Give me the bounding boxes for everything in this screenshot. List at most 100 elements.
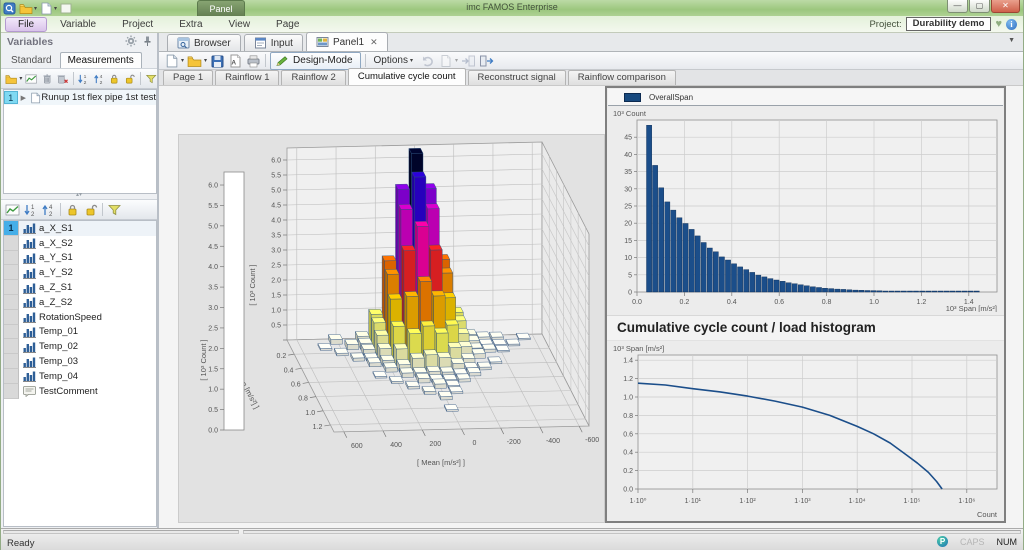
- svg-text:1·10⁵: 1·10⁵: [904, 498, 921, 505]
- menu-view[interactable]: View: [216, 18, 264, 31]
- project-value-box[interactable]: Durability demo: [906, 17, 992, 31]
- svg-text:2.5: 2.5: [271, 263, 281, 270]
- channel-row[interactable]: a_Z_S1: [4, 280, 156, 295]
- right-widget-group[interactable]: OverallSpan 0510152025303540450.00.20.40…: [605, 86, 1006, 523]
- open-panel-icon[interactable]: [187, 54, 202, 68]
- show-curves-icon[interactable]: [25, 72, 37, 86]
- menu-extra[interactable]: Extra: [166, 18, 215, 31]
- channel-row[interactable]: Temp_02: [4, 339, 156, 354]
- page-tab-rainflow-comparison[interactable]: Rainflow comparison: [568, 70, 676, 85]
- page-tabstrip: Page 1Rainflow 1Rainflow 2Cumulative cyc…: [159, 70, 1024, 86]
- close-tab-icon[interactable]: ✕: [370, 37, 378, 48]
- page-tab-page-1[interactable]: Page 1: [163, 70, 213, 85]
- undo-icon[interactable]: [420, 54, 435, 68]
- pin-icon[interactable]: [141, 35, 153, 47]
- channel-row[interactable]: Temp_01: [4, 325, 156, 340]
- chevron-down-icon[interactable]: ▾: [34, 5, 37, 12]
- delete-icon[interactable]: [41, 72, 53, 86]
- info-icon[interactable]: i: [1006, 19, 1017, 30]
- page-tab-rainflow-2[interactable]: Rainflow 2: [281, 70, 345, 85]
- design-mode-button[interactable]: Design-Mode: [270, 52, 360, 70]
- measurement-row[interactable]: 1▶Runup 1st flex pipe 1st test: [4, 90, 156, 105]
- print-icon[interactable]: [246, 54, 261, 68]
- menu-variable[interactable]: Variable: [47, 18, 109, 31]
- show-curves-icon[interactable]: [5, 203, 20, 217]
- menu-project[interactable]: Project: [109, 18, 166, 31]
- lock-icon[interactable]: [65, 203, 80, 217]
- unlock-icon[interactable]: [123, 72, 135, 86]
- svg-text:4: 4: [49, 205, 53, 211]
- channel-row[interactable]: a_Z_S2: [4, 295, 156, 310]
- chevron-down-icon[interactable]: ▾: [181, 57, 184, 64]
- channel-row[interactable]: Temp_04: [4, 369, 156, 384]
- channel-row[interactable]: Temp_03: [4, 354, 156, 369]
- channel-row[interactable]: a_Y_S1: [4, 251, 156, 266]
- sort-ascending-icon[interactable]: 12: [77, 72, 89, 86]
- delete-all-icon[interactable]: [56, 72, 68, 86]
- app-icon[interactable]: [3, 2, 17, 15]
- save-icon[interactable]: [210, 54, 225, 68]
- svg-text:5.0: 5.0: [208, 223, 218, 230]
- doc-tab-input[interactable]: Input: [244, 34, 303, 51]
- histogram-channel-icon: [22, 311, 37, 323]
- page-tab-rainflow-1[interactable]: Rainflow 1: [215, 70, 279, 85]
- svg-text:2: 2: [84, 79, 87, 85]
- channel-row[interactable]: 1a_X_S1: [4, 221, 156, 236]
- filter-icon[interactable]: [107, 203, 122, 217]
- sidebar-tab-measurements[interactable]: Measurements: [60, 52, 142, 68]
- channel-row[interactable]: TestComment: [4, 384, 156, 399]
- svg-text:2: 2: [99, 79, 102, 85]
- svg-text:1.2: 1.2: [313, 424, 323, 431]
- new-panel-icon[interactable]: [164, 54, 179, 68]
- empty-panel-icon[interactable]: [59, 2, 73, 15]
- lock-icon[interactable]: [108, 72, 120, 86]
- page-tab-reconstruct-signal[interactable]: Reconstruct signal: [468, 70, 566, 85]
- options-button[interactable]: Options ▾: [370, 55, 417, 66]
- close-button[interactable]: ✕: [991, 0, 1020, 13]
- chevron-down-icon[interactable]: ▾: [204, 57, 207, 64]
- histogram-channel-icon: [22, 222, 37, 234]
- gear-icon[interactable]: [125, 35, 137, 47]
- doc-tab-panel1[interactable]: Panel1✕: [306, 32, 388, 51]
- svg-text:1.2: 1.2: [623, 376, 633, 383]
- page-tab-cumulative-cycle-count[interactable]: Cumulative cycle count: [348, 68, 466, 85]
- export-pdf-icon[interactable]: A: [228, 54, 243, 68]
- sort-descending-icon[interactable]: 42: [93, 72, 105, 86]
- chevron-down-icon[interactable]: ▾: [54, 5, 57, 12]
- minimize-button[interactable]: —: [947, 0, 968, 13]
- channel-row[interactable]: a_X_S2: [4, 236, 156, 251]
- export-icon[interactable]: [479, 54, 494, 68]
- chevron-down-icon[interactable]: ▾: [455, 57, 458, 64]
- menu-page[interactable]: Page: [263, 18, 312, 31]
- sidebar-splitter[interactable]: ▴▾: [1, 192, 157, 199]
- measurement-label: Runup 1st flex pipe 1st test: [41, 92, 156, 103]
- tab-overflow-icon[interactable]: ▼: [1008, 37, 1015, 44]
- channel-row[interactable]: RotationSpeed: [4, 310, 156, 325]
- open-recent-icon[interactable]: [19, 2, 33, 15]
- svg-text:1.5: 1.5: [208, 366, 218, 373]
- pencil-icon: [275, 55, 289, 67]
- doc-tab-browser[interactable]: Browser: [167, 34, 241, 51]
- unlock-icon[interactable]: [83, 203, 98, 217]
- sort-ascending-icon[interactable]: 12: [23, 203, 38, 217]
- svg-text:0.5: 0.5: [271, 323, 281, 330]
- filter-icon[interactable]: [145, 72, 157, 86]
- channel-row[interactable]: a_Y_S2: [4, 265, 156, 280]
- channel-list[interactable]: 1a_X_S1a_X_S2a_Y_S1a_Y_S2a_Z_S1a_Z_S2Rot…: [3, 220, 157, 527]
- sort-descending-icon[interactable]: 42: [41, 203, 56, 217]
- expander-icon[interactable]: ▶: [18, 94, 29, 102]
- 3d-histogram-widget[interactable]: 0.51.01.52.02.53.03.54.04.55.05.56.00.20…: [178, 134, 605, 523]
- new-document-icon[interactable]: [39, 2, 53, 15]
- sidebar-tab-standard[interactable]: Standard: [3, 52, 60, 68]
- import-icon[interactable]: [461, 54, 476, 68]
- menu-file[interactable]: File: [5, 17, 47, 32]
- contextual-tab-panel[interactable]: Panel: [197, 0, 245, 16]
- measurements-list[interactable]: 1▶Runup 1st flex pipe 1st test: [3, 89, 157, 194]
- histogram-channel-icon: [22, 370, 37, 382]
- restore-button[interactable]: ▢: [969, 0, 990, 13]
- favorites-heart-icon[interactable]: ♥: [995, 18, 1002, 30]
- load-measurement-icon[interactable]: [5, 72, 17, 86]
- page-icon[interactable]: [438, 54, 453, 68]
- chevron-down-icon[interactable]: ▾: [19, 75, 22, 82]
- svg-text:20: 20: [624, 221, 632, 228]
